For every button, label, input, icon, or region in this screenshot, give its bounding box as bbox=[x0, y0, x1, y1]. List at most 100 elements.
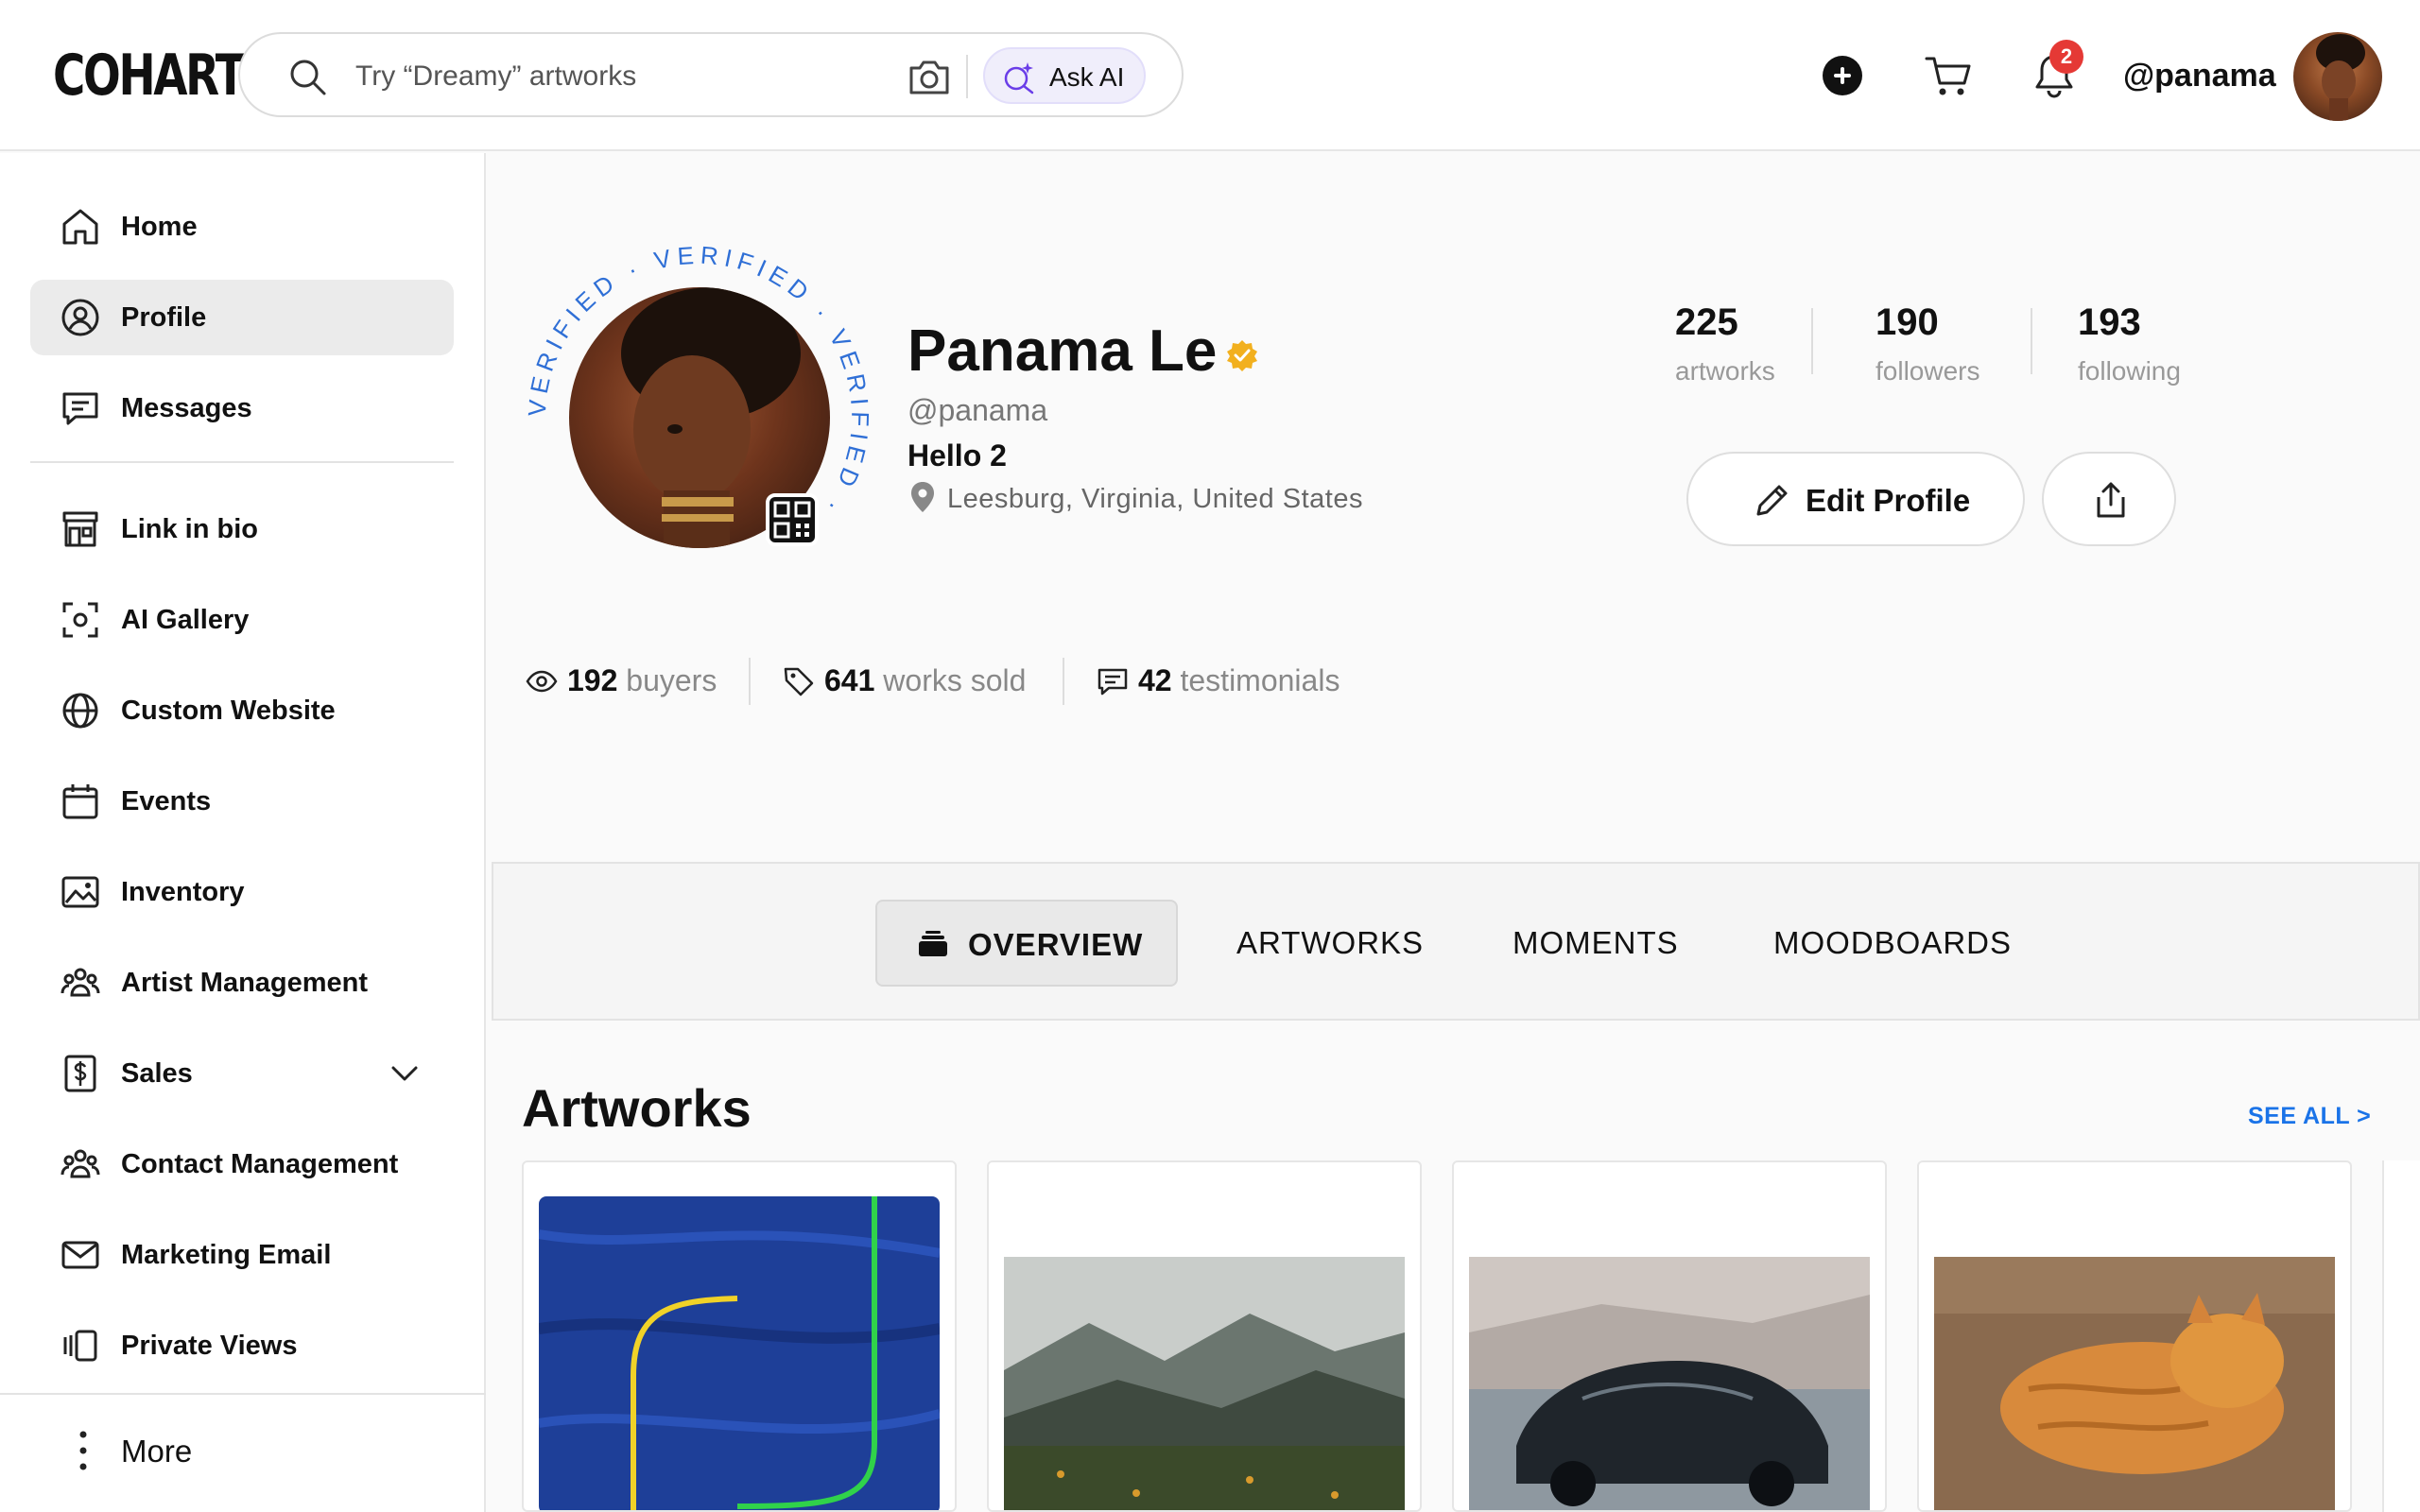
tab-label: MOODBOARDS bbox=[1773, 925, 2013, 960]
top-bar: COHART Try “Dreamy” artworks Ask AI 2 @p… bbox=[0, 0, 2420, 151]
stat-divider bbox=[2031, 308, 2032, 374]
create-plus-icon[interactable] bbox=[1823, 56, 1862, 95]
sidebar-item-custom-website[interactable]: Custom Website bbox=[30, 673, 454, 748]
profile-name: Panama Le bbox=[908, 318, 1218, 384]
user-handle[interactable]: @panama bbox=[2123, 57, 2276, 94]
profile-tabs: OVERVIEW ARTWORKS MOMENTS MOODBOARDS bbox=[492, 862, 2420, 1021]
metric-value: 42 bbox=[1138, 663, 1172, 697]
artwork-image bbox=[1469, 1257, 1870, 1510]
scan-face-icon bbox=[62, 602, 98, 638]
stat-value: 193 bbox=[2078, 301, 2141, 343]
share-button[interactable] bbox=[2042, 452, 2176, 546]
search-bar[interactable]: Try “Dreamy” artworks Ask AI bbox=[238, 32, 1184, 117]
ask-ai-button[interactable]: Ask AI bbox=[983, 47, 1146, 104]
artworks-section-title: Artworks bbox=[522, 1078, 752, 1138]
profile-bio: Hello 2 bbox=[908, 438, 1007, 472]
sidebar: Home Profile Messages Link in bio AI Gal… bbox=[0, 153, 486, 1512]
artwork-image bbox=[1004, 1257, 1405, 1510]
metric-works-sold: 641 works sold bbox=[783, 662, 1047, 701]
sidebar-item-home[interactable]: Home bbox=[30, 189, 454, 265]
tab-label: MOMENTS bbox=[1512, 925, 1679, 960]
sidebar-item-label: Marketing Email bbox=[121, 1240, 332, 1270]
search-icon bbox=[290, 60, 326, 95]
profile-location: Leesburg, Virginia, United States bbox=[947, 484, 1363, 514]
edit-profile-label: Edit Profile bbox=[1806, 483, 1971, 518]
sidebar-item-private-views[interactable]: Private Views bbox=[30, 1308, 454, 1383]
metric-value: 192 bbox=[567, 663, 618, 697]
see-all-link[interactable]: SEE ALL > bbox=[2248, 1102, 2371, 1130]
metric-divider bbox=[749, 658, 751, 705]
tab-artworks[interactable]: ARTWORKS bbox=[1236, 900, 1444, 987]
storefront-icon bbox=[62, 511, 98, 547]
metric-buyers: 192 buyers bbox=[526, 662, 724, 701]
sidebar-divider bbox=[0, 1393, 486, 1395]
globe-icon bbox=[62, 693, 98, 729]
artwork-card[interactable] bbox=[1452, 1160, 1887, 1512]
chevron-down-icon[interactable] bbox=[388, 1057, 422, 1091]
artwork-card[interactable] bbox=[522, 1160, 957, 1512]
metric-testimonials: 42 testimonials bbox=[1097, 662, 1380, 701]
sidebar-item-artist-management[interactable]: Artist Management bbox=[30, 945, 454, 1021]
sidebar-item-profile[interactable]: Profile bbox=[30, 280, 454, 355]
stat-label: following bbox=[2078, 356, 2181, 386]
sidebar-item-ai-gallery[interactable]: AI Gallery bbox=[30, 582, 454, 658]
cohart-logo[interactable]: COHART bbox=[53, 42, 246, 110]
tab-label: OVERVIEW bbox=[968, 927, 1144, 962]
cart-icon[interactable] bbox=[1925, 53, 1972, 98]
sidebar-item-contact-management[interactable]: Contact Management bbox=[30, 1126, 454, 1202]
user-avatar[interactable] bbox=[2293, 32, 2382, 121]
more-label: More bbox=[121, 1434, 193, 1469]
tab-moodboards[interactable]: MOODBOARDS bbox=[1773, 900, 2019, 987]
dollar-receipt-icon bbox=[64, 1055, 96, 1092]
stack-icon bbox=[919, 931, 947, 956]
search-input[interactable]: Try “Dreamy” artworks bbox=[355, 59, 636, 94]
sidebar-divider bbox=[30, 461, 454, 463]
sidebar-item-link-in-bio[interactable]: Link in bio bbox=[30, 491, 454, 567]
artwork-card[interactable] bbox=[987, 1160, 1422, 1512]
location-pin-icon bbox=[911, 482, 934, 512]
pencil-icon bbox=[1756, 485, 1788, 516]
metric-divider bbox=[1063, 658, 1064, 705]
comment-icon bbox=[1098, 668, 1128, 696]
sidebar-item-label: Artist Management bbox=[121, 968, 369, 998]
user-circle-icon bbox=[61, 299, 99, 336]
ask-ai-label: Ask AI bbox=[1049, 62, 1125, 92]
sidebar-item-label: Home bbox=[121, 212, 198, 242]
metric-value: 641 bbox=[824, 663, 875, 697]
stat-divider bbox=[1811, 308, 1813, 374]
metric-label: works sold bbox=[883, 663, 1027, 697]
artwork-card-peek bbox=[2382, 1160, 2420, 1512]
users-icon bbox=[60, 1149, 100, 1178]
stat-label: artworks bbox=[1675, 356, 1775, 386]
qr-code-icon[interactable] bbox=[766, 493, 819, 546]
stat-value: 190 bbox=[1876, 301, 1939, 343]
sidebar-item-label: Events bbox=[121, 786, 212, 816]
camera-icon[interactable] bbox=[908, 57, 951, 96]
tab-moments[interactable]: MOMENTS bbox=[1512, 900, 1720, 987]
artwork-image bbox=[1934, 1257, 2335, 1510]
eye-icon bbox=[526, 670, 558, 693]
sidebar-item-label: Messages bbox=[121, 393, 252, 423]
sidebar-item-events[interactable]: Events bbox=[30, 764, 454, 839]
cards-icon bbox=[63, 1330, 97, 1362]
mail-icon bbox=[61, 1241, 99, 1269]
sidebar-item-label: Contact Management bbox=[121, 1149, 399, 1179]
sidebar-item-label: Inventory bbox=[121, 877, 245, 907]
sidebar-item-marketing-email[interactable]: Marketing Email bbox=[30, 1217, 454, 1293]
calendar-icon bbox=[62, 784, 98, 819]
artwork-card[interactable] bbox=[1917, 1160, 2352, 1512]
tab-overview[interactable]: OVERVIEW bbox=[875, 900, 1178, 987]
message-icon bbox=[62, 392, 98, 425]
sidebar-item-label: Sales bbox=[121, 1058, 193, 1089]
verified-badge-icon bbox=[1227, 340, 1257, 371]
sidebar-item-inventory[interactable]: Inventory bbox=[30, 854, 454, 930]
share-icon bbox=[2097, 482, 2125, 518]
metric-label: buyers bbox=[626, 663, 717, 697]
search-divider bbox=[966, 55, 968, 98]
sidebar-more-button[interactable]: More bbox=[30, 1414, 454, 1489]
more-vertical-icon bbox=[79, 1431, 87, 1470]
sidebar-item-messages[interactable]: Messages bbox=[30, 370, 454, 446]
edit-profile-button[interactable]: Edit Profile bbox=[1686, 452, 2025, 546]
sidebar-item-sales[interactable]: Sales bbox=[30, 1036, 454, 1111]
sidebar-item-label: Profile bbox=[121, 302, 207, 333]
